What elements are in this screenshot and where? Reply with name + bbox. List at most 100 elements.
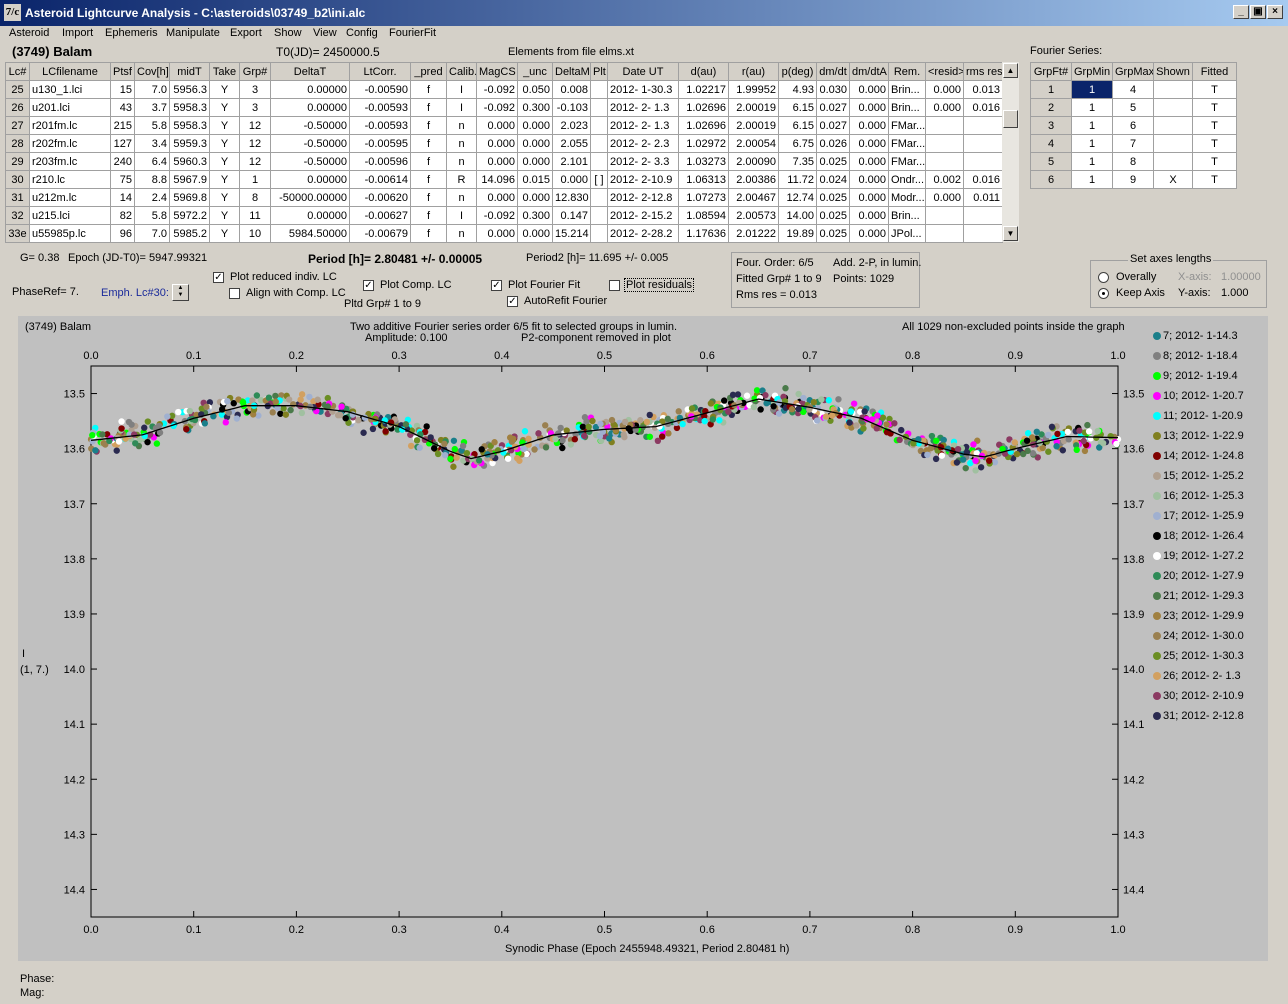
table-cell: 2.023: [552, 116, 591, 135]
data-point: [128, 421, 135, 428]
table-row[interactable]: 25 u130_1.lci 15 7.0 5956.3 Y 3 0.00000 -0.00590…: [5, 80, 1003, 99]
column-header: midT: [169, 62, 210, 81]
table-row[interactable]: 114T: [1030, 80, 1237, 99]
menu-fourierfit[interactable]: FourierFit: [389, 27, 436, 39]
plot-residuals-checkbox[interactable]: [609, 280, 620, 291]
overally-radio[interactable]: [1098, 272, 1109, 283]
table-cell: u130_1.lci: [29, 80, 111, 99]
x-tick-label-top: 0.6: [700, 350, 715, 362]
row-header: 1: [1030, 80, 1072, 99]
row-header: 28: [5, 134, 30, 153]
data-point: [716, 417, 723, 424]
scroll-thumb[interactable]: [1003, 110, 1018, 128]
plot-comp-checkbox[interactable]: ✓: [363, 280, 374, 291]
data-point: [89, 431, 96, 439]
table-row[interactable]: 30 r210.lc 75 8.8 5967.9 Y 1 0.00000 -0.00614 f R 1…: [5, 170, 1003, 189]
legend-item: 25; 2012- 1-30.3: [1153, 650, 1244, 662]
table-cell: f: [410, 98, 447, 117]
lightcurve-chart[interactable]: 0.0 0.0 0.1 0.1 0.2 0.2 0.3 0.3 0.4 0.4 0.5 0.5 0.6 0…: [18, 316, 1268, 961]
fourier-series-table: GrpFt# GrpMin GrpMax Shown Fitted 114T215T31…: [1030, 62, 1237, 189]
table-row[interactable]: 619XT: [1030, 170, 1237, 189]
table-row[interactable]: 28 r202fm.lc 127 3.4 5959.3 Y 12 -0.50000 -0.005…: [5, 134, 1003, 153]
table-row[interactable]: 417 T: [1030, 134, 1237, 153]
menu-ephemeris[interactable]: Ephemeris: [105, 27, 158, 39]
table-cell: [963, 116, 1003, 135]
plot-fourier-checkbox[interactable]: ✓: [491, 280, 502, 291]
asteroid-name: (3749) Balam: [12, 44, 93, 59]
table-cell: 2012- 2-10.9: [607, 170, 679, 189]
row-header: 27: [5, 116, 30, 135]
data-point: [559, 437, 566, 444]
y-tick-label: 13.9: [64, 609, 85, 621]
minimize-button[interactable]: _: [1233, 5, 1249, 19]
table-cell: 0.000: [849, 134, 889, 153]
close-button[interactable]: ×: [1267, 5, 1283, 19]
table-cell: 215: [110, 116, 135, 135]
table-cell: 43: [110, 98, 135, 117]
table-cell: [925, 206, 964, 225]
yaxis-value[interactable]: 1.000: [1221, 287, 1249, 299]
data-point: [141, 424, 148, 431]
autorefit-checkbox[interactable]: ✓: [507, 296, 518, 307]
table-row[interactable]: 31 u212m.lc 14 2.4 5969.8 Y 8 -50000.00000 -0.00…: [5, 188, 1003, 207]
table-row[interactable]: 27 r201fm.lc 215 5.8 5958.3 Y 12 -0.50000 -0.005…: [5, 116, 1003, 135]
scroll-down-icon[interactable]: ▼: [1003, 226, 1018, 241]
table-cell: 0.300: [517, 98, 553, 117]
menu-import[interactable]: Import: [62, 27, 93, 39]
x-tick-label: 0.7: [802, 924, 817, 936]
table-cell: 1: [1071, 116, 1113, 135]
data-point: [940, 436, 947, 444]
table-row[interactable]: 215 T: [1030, 98, 1237, 117]
table-cell: r203fm.lc: [29, 152, 111, 171]
table-cell: JPol...: [888, 224, 926, 243]
table-cell: -0.00614: [349, 170, 411, 189]
scroll-up-icon[interactable]: ▲: [1003, 63, 1018, 78]
data-point: [1048, 423, 1056, 431]
table-cell: 0.000: [925, 98, 964, 117]
lightcurve-plot-panel[interactable]: 0.0 0.0 0.1 0.1 0.2 0.2 0.3 0.3 0.4 0.4 0.5 0.5 0.6 0…: [18, 316, 1268, 961]
menu-asteroid[interactable]: Asteroid: [9, 27, 49, 39]
table-row[interactable]: 29 r203fm.lc 240 6.4 5960.3 Y 12 -0.50000 -0.005…: [5, 152, 1003, 171]
menu-config[interactable]: Config: [346, 27, 378, 39]
table-cell: Y: [209, 170, 240, 189]
table-cell: r210.lc: [29, 170, 111, 189]
table-cell: n: [446, 224, 477, 243]
emph-spinner[interactable]: ▲ ▼: [172, 284, 189, 301]
keep-axis-label: Keep Axis: [1116, 287, 1165, 299]
table-row[interactable]: 26 u201.lci 43 3.7 5958.3 Y 3 0.00000 -0.00593 f I…: [5, 98, 1003, 117]
table-cell: -0.00595: [349, 134, 411, 153]
table-cell: 0.300: [517, 206, 553, 225]
y-tick-label-right: 14.0: [1123, 664, 1144, 676]
data-point: [559, 444, 566, 452]
y-axis-label-2: (1, 7.): [20, 664, 49, 676]
restore-button[interactable]: ▣: [1250, 5, 1266, 19]
plot-reduced-checkbox[interactable]: ✓: [213, 272, 224, 283]
table-cell: Y: [209, 224, 240, 243]
data-point: [664, 415, 671, 423]
table-cell: 5967.9: [169, 170, 210, 189]
data-point: [285, 396, 293, 403]
menu-view[interactable]: View: [313, 27, 337, 39]
data-point: [441, 440, 448, 448]
data-point: [298, 391, 306, 398]
menu-show[interactable]: Show: [274, 27, 302, 39]
table-row[interactable]: 316 T: [1030, 116, 1237, 135]
menu-manipulate[interactable]: Manipulate: [166, 27, 220, 39]
table-cell: Brin...: [888, 98, 926, 117]
table-cell: 2012- 2- 3.3: [607, 152, 679, 171]
table-row[interactable]: 32 u215.lci 82 5.8 5972.2 Y 11 0.00000 -0.00627 f…: [5, 206, 1003, 225]
table-row[interactable]: 33e u55985p.lc 96 7.0 5985.2 Y 10 5984.50000 -0.…: [5, 224, 1003, 243]
menu-export[interactable]: Export: [230, 27, 262, 39]
data-point: [175, 408, 182, 416]
table-cell: T: [1192, 170, 1237, 189]
table-scrollbar[interactable]: ▲ ▼: [1002, 62, 1019, 242]
table-row[interactable]: 518 T: [1030, 152, 1237, 171]
legend-swatch: [1153, 472, 1161, 480]
table-cell: 0.000: [517, 188, 553, 207]
legend-swatch: [1153, 632, 1161, 640]
table-cell: 7.0: [134, 80, 170, 99]
table-cell: 0.000: [552, 170, 591, 189]
align-checkbox[interactable]: [229, 288, 240, 299]
table-cell: 3.7: [134, 98, 170, 117]
keep-axis-radio[interactable]: [1098, 288, 1109, 299]
